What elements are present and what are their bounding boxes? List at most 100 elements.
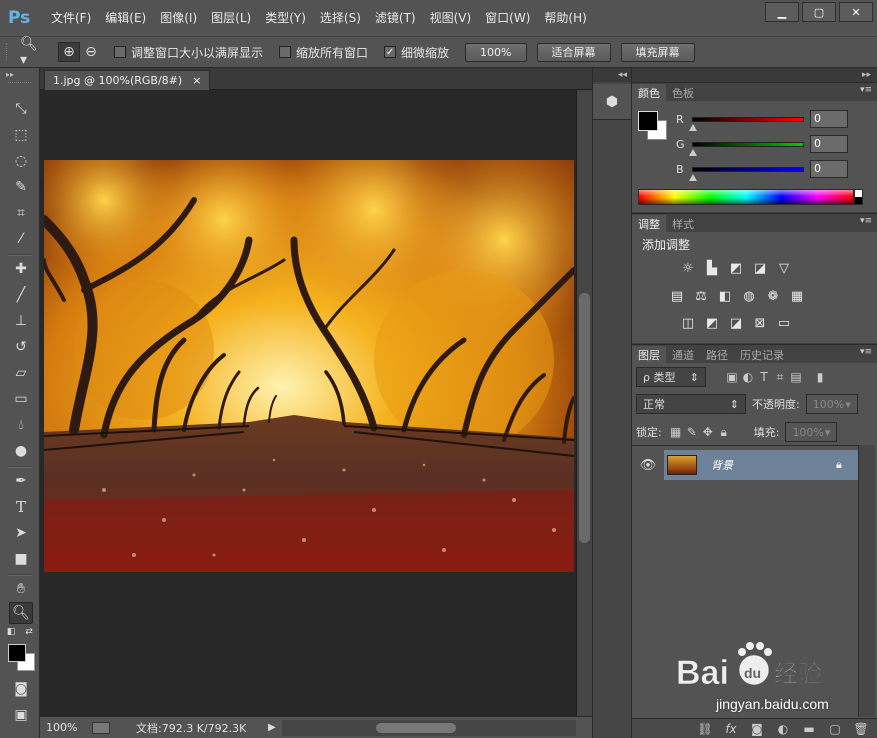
visibility-eye-icon[interactable]: 👁︎ <box>632 450 664 480</box>
green-slider[interactable] <box>689 141 804 156</box>
document-tab[interactable]: 1.jpg @ 100%(RGB/8#) × <box>44 70 211 90</box>
eraser-tool[interactable]: ▱ <box>9 362 33 384</box>
tab-color[interactable]: 颜色 <box>632 84 666 101</box>
red-value-field[interactable]: 0 <box>810 110 848 128</box>
menu-file[interactable]: 文件(F) <box>44 0 98 36</box>
new-layer-icon[interactable]: ▢ <box>827 721 843 737</box>
zoom-level[interactable]: 100% <box>40 721 92 734</box>
opacity-field[interactable]: 100% ▾ <box>805 394 858 414</box>
menu-help[interactable]: 帮助(H) <box>537 0 593 36</box>
fill-field[interactable]: 100% ▾ <box>785 422 838 442</box>
layer-filter-select[interactable]: ρ 类型 ⇕ <box>636 367 706 387</box>
red-slider[interactable] <box>689 116 804 131</box>
eyedropper-tool[interactable]: ⁄ <box>9 228 33 250</box>
layers-scrollbar[interactable] <box>858 445 875 717</box>
panel-menu-icon[interactable]: ▾≡ <box>860 85 872 95</box>
status-menu-arrow-icon[interactable]: ▶ <box>268 722 276 733</box>
delete-layer-icon[interactable]: 🗑︎ <box>853 721 869 737</box>
healing-brush-tool[interactable]: ✚ <box>9 258 33 280</box>
menu-edit[interactable]: 编辑(E) <box>98 0 153 36</box>
swap-colors-button[interactable]: ⇄ <box>22 626 36 638</box>
vertical-scroll-thumb[interactable] <box>579 293 590 543</box>
scrubby-zoom-option[interactable]: ✓ 细微缩放 <box>384 44 449 61</box>
default-colors-button[interactable]: ◧ <box>4 626 18 638</box>
tab-paths[interactable]: 路径 <box>700 346 734 363</box>
new-adjustment-layer-icon[interactable]: ◐ <box>775 721 791 737</box>
marquee-tool[interactable]: ⬚ <box>9 124 33 146</box>
lock-pixels-icon[interactable]: ✎ <box>684 424 700 440</box>
channel-mixer-icon[interactable]: ❁ <box>764 288 782 304</box>
layer-row-background[interactable]: 👁︎ 背景 🔒︎ <box>632 450 858 480</box>
photo-filter-icon[interactable]: ◍ <box>740 288 758 304</box>
blend-mode-select[interactable]: 正常 ⇕ <box>636 394 746 414</box>
zoom-all-option[interactable]: 缩放所有窗口 <box>279 44 368 61</box>
options-bar-grip[interactable] <box>6 43 10 61</box>
invert-icon[interactable]: ◫ <box>679 315 697 331</box>
tab-swatches[interactable]: 色板 <box>666 84 700 101</box>
menu-view[interactable]: 视图(V) <box>423 0 479 36</box>
tab-layers[interactable]: 图层 <box>632 346 666 363</box>
new-group-icon[interactable]: ▬ <box>801 721 817 737</box>
filter-type-icon[interactable]: T <box>756 369 772 385</box>
menu-window[interactable]: 窗口(W) <box>478 0 537 36</box>
filter-pixel-icon[interactable]: ▣ <box>724 369 740 385</box>
layer-item[interactable]: 背景 🔒︎ <box>664 450 858 480</box>
blue-slider-thumb[interactable] <box>689 173 697 181</box>
foreground-color-box[interactable] <box>638 111 658 131</box>
add-mask-icon[interactable]: ◙ <box>749 721 765 737</box>
shape-tool[interactable]: ■ <box>9 548 33 570</box>
exposure-icon[interactable]: ◪ <box>751 260 769 276</box>
vibrance-icon[interactable]: ▽ <box>775 260 793 276</box>
zoom-out-mode-button[interactable]: ⊖ <box>80 42 102 62</box>
menu-image[interactable]: 图像(I) <box>153 0 204 36</box>
foreground-color-swatch[interactable] <box>8 644 26 662</box>
hue-saturation-icon[interactable]: ▤ <box>668 288 686 304</box>
history-brush-tool[interactable]: ↺ <box>9 336 33 358</box>
lasso-tool[interactable]: ◌ <box>9 150 33 172</box>
levels-icon[interactable]: ▙ <box>703 260 721 276</box>
tab-adjustments[interactable]: 调整 <box>632 215 666 232</box>
menu-layer[interactable]: 图层(L) <box>204 0 258 36</box>
restore-button[interactable]: ▢ <box>802 2 836 22</box>
zoom-tool[interactable]: 🔍︎ <box>9 602 33 624</box>
curves-icon[interactable]: ◩ <box>727 260 745 276</box>
lock-all-icon[interactable]: 🔒︎ <box>716 424 732 440</box>
black-white-icon[interactable]: ◧ <box>716 288 734 304</box>
dodge-tool[interactable]: ● <box>9 440 33 462</box>
resize-windows-checkbox[interactable] <box>114 46 126 58</box>
brightness-icon[interactable]: ☼ <box>679 260 697 276</box>
move-tool[interactable]: ⤡ <box>9 98 33 120</box>
green-slider-thumb[interactable] <box>689 148 697 156</box>
tools-collapse-icon[interactable]: ▸▸ <box>0 68 39 82</box>
brush-tool[interactable]: ╱ <box>9 284 33 306</box>
black-white-ramp[interactable] <box>854 189 863 205</box>
color-spectrum-ramp[interactable] <box>638 189 854 205</box>
layer-name[interactable]: 背景 <box>711 457 836 473</box>
menu-type[interactable]: 类型(Y) <box>258 0 313 36</box>
hand-tool[interactable]: ✋︎ <box>9 578 33 600</box>
status-options-icon[interactable] <box>92 721 110 734</box>
clone-stamp-tool[interactable]: ⊥ <box>9 310 33 332</box>
close-button[interactable]: ✕ <box>839 2 873 22</box>
tab-styles[interactable]: 样式 <box>666 215 700 232</box>
fill-screen-button[interactable]: 填充屏幕 <box>620 42 695 62</box>
gradient-map-icon[interactable]: ▭ <box>775 315 793 331</box>
close-tab-icon[interactable]: × <box>192 74 201 87</box>
panel-menu-icon[interactable]: ▾≡ <box>860 347 872 357</box>
blue-slider[interactable] <box>689 166 804 181</box>
crop-tool[interactable]: ⌗ <box>9 202 33 224</box>
right-dock-collapse-icon[interactable]: ▸▸ <box>632 68 877 82</box>
red-slider-thumb[interactable] <box>689 123 697 131</box>
pen-tool[interactable]: ✒ <box>9 470 33 492</box>
green-value-field[interactable]: 0 <box>810 135 848 153</box>
posterize-icon[interactable]: ◩ <box>703 315 721 331</box>
horizontal-scrollbar[interactable] <box>281 719 576 736</box>
link-layers-icon[interactable]: ⛓ <box>697 721 713 737</box>
minimize-button[interactable]: ▁ <box>765 2 799 22</box>
screen-mode-button[interactable]: ▣ <box>9 704 33 726</box>
tab-channels[interactable]: 通道 <box>666 346 700 363</box>
lock-position-icon[interactable]: ✥ <box>700 424 716 440</box>
actual-pixels-button[interactable]: 100% <box>465 42 527 62</box>
quick-select-tool[interactable]: ✎ <box>9 176 33 198</box>
filter-toggle[interactable]: ▮ <box>812 369 828 385</box>
